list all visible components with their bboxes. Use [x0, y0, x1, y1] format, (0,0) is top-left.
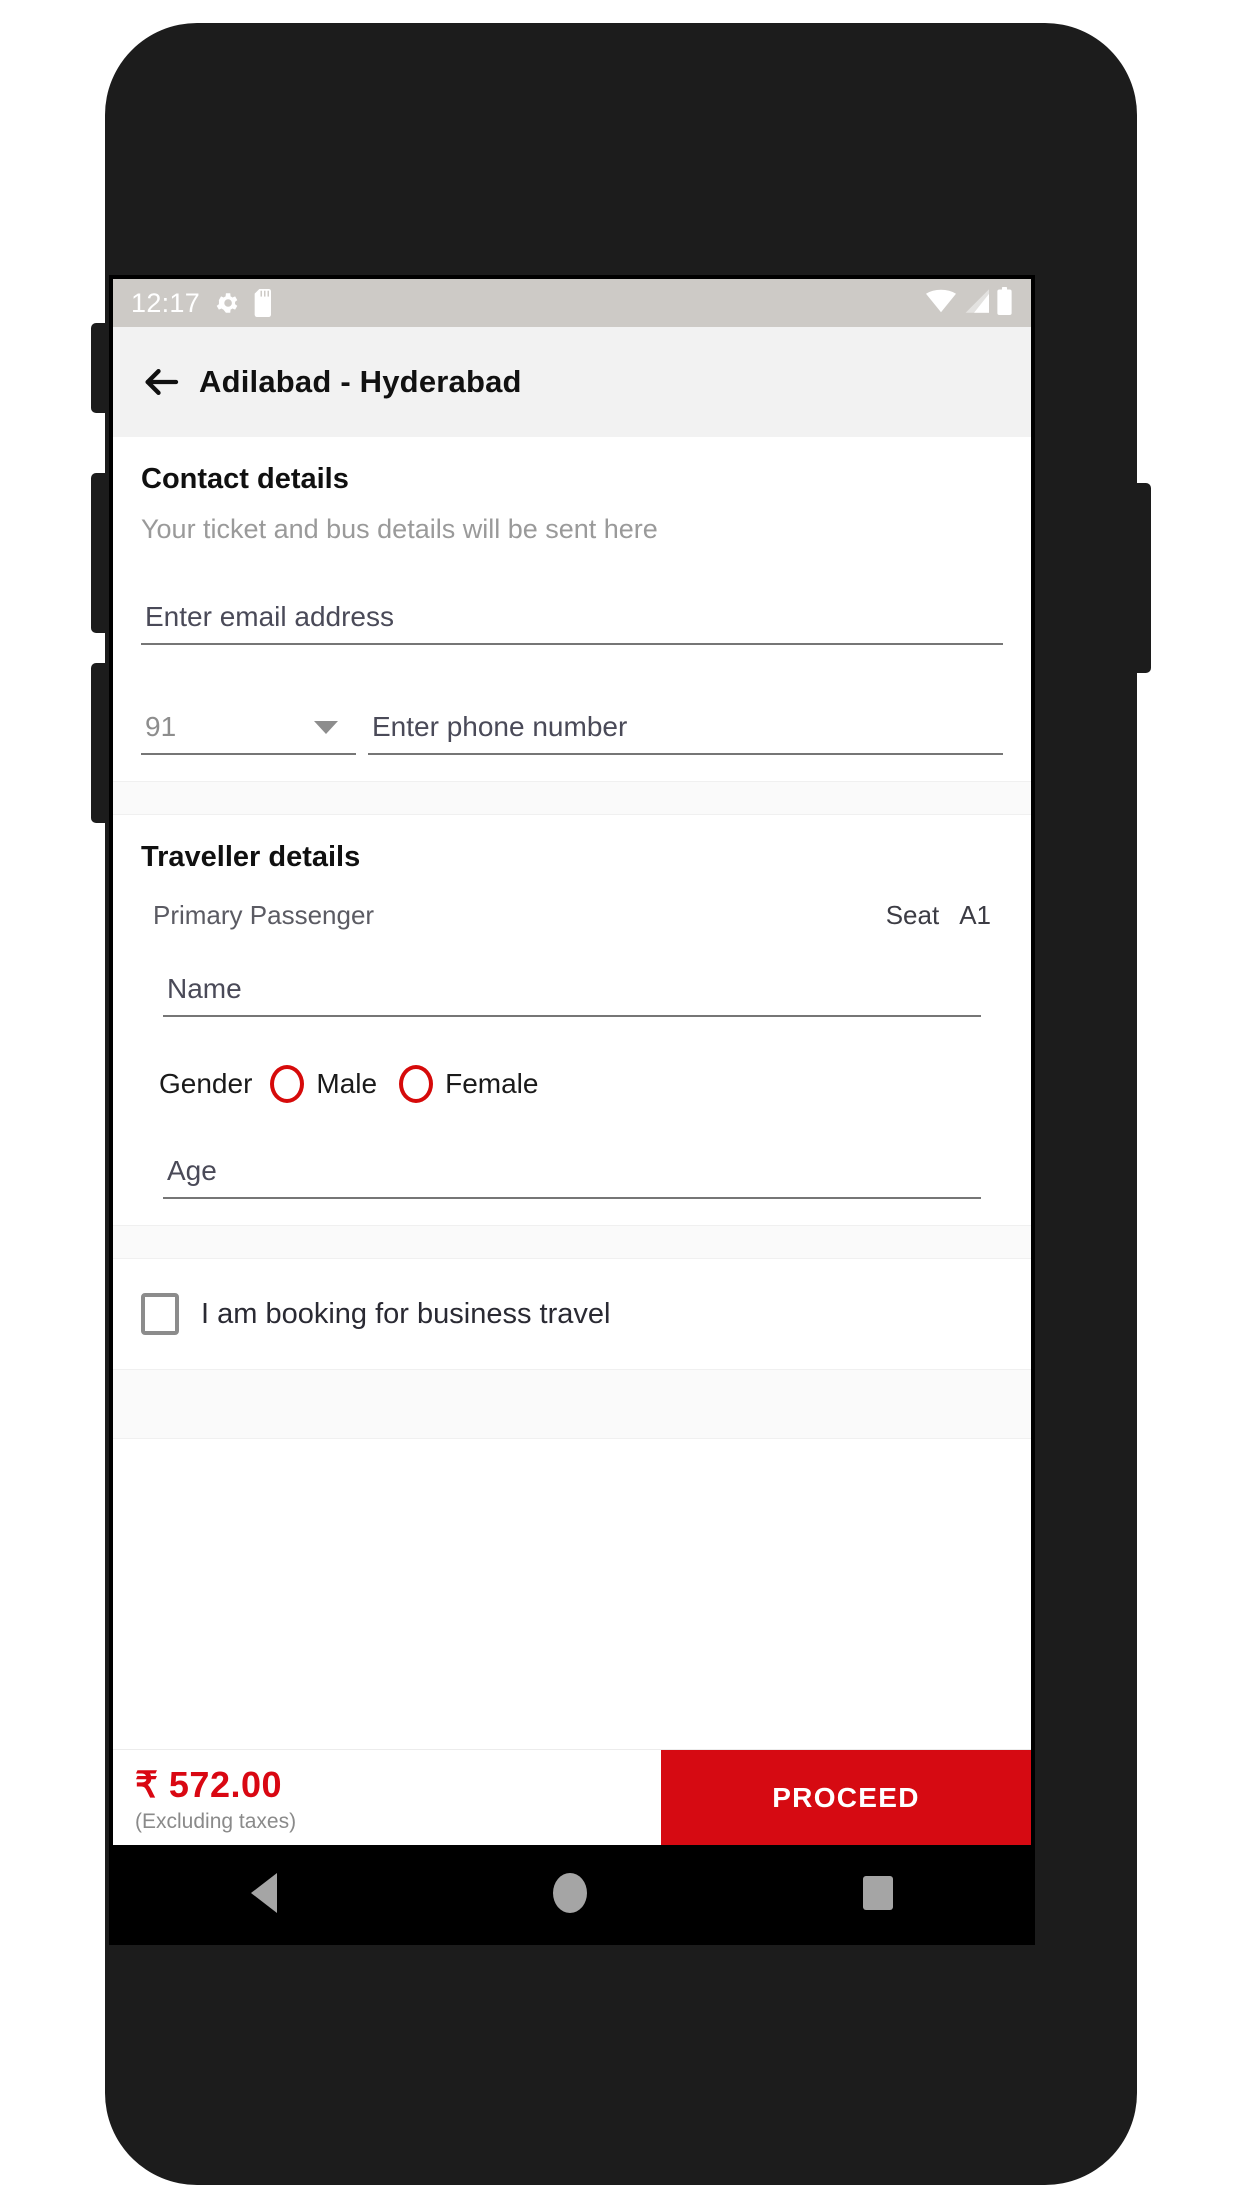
gender-selector: Gender Male Female — [159, 1065, 1003, 1103]
volume-down-button[interactable] — [91, 473, 111, 633]
passenger-seat-row: Primary Passenger Seat A1 — [141, 900, 1003, 931]
business-travel-checkbox-icon[interactable] — [141, 1293, 179, 1335]
battery-icon — [996, 286, 1013, 320]
booking-form-scroll[interactable]: Contact details Your ticket and bus deta… — [113, 437, 1031, 1749]
phone-screen: 12:17 Adilabad - Hyderabad Contact detai… — [109, 275, 1035, 1945]
phone-placeholder: Enter phone number — [372, 711, 628, 742]
power-button[interactable] — [1131, 483, 1151, 673]
email-field[interactable]: Enter email address — [141, 601, 1003, 645]
wifi-icon — [926, 289, 956, 318]
radio-female-icon[interactable] — [399, 1065, 434, 1103]
nav-home-icon[interactable] — [553, 1873, 587, 1913]
contact-details-card: Contact details Your ticket and bus deta… — [113, 437, 1031, 781]
nav-recents-icon[interactable] — [863, 1876, 893, 1910]
traveller-details-card: Traveller details Primary Passenger Seat… — [113, 815, 1031, 1225]
contact-details-subtitle: Your ticket and bus details will be sent… — [141, 514, 658, 544]
age-placeholder: Age — [167, 1155, 217, 1186]
seat-label: Seat — [885, 900, 940, 930]
business-travel-label: I am booking for business travel — [201, 1297, 611, 1330]
section-divider-3 — [113, 1369, 1031, 1439]
email-placeholder: Enter email address — [145, 601, 395, 632]
nav-back-icon[interactable] — [251, 1873, 277, 1913]
price-summary: ₹ 572.00 (Excluding taxes) — [113, 1750, 661, 1845]
gender-option-female[interactable]: Female — [399, 1065, 560, 1103]
gender-female-label: Female — [445, 1068, 539, 1099]
country-code-dropdown[interactable]: 91 — [141, 711, 356, 755]
contact-details-heading: Contact details — [141, 463, 349, 495]
seat-info: Seat A1 — [886, 900, 991, 931]
chevron-down-icon — [314, 720, 338, 734]
page-title: Adilabad - Hyderabad — [199, 364, 522, 399]
app-bar: Adilabad - Hyderabad — [113, 327, 1031, 437]
gear-icon — [214, 290, 240, 316]
proceed-button[interactable]: PROCEED — [661, 1750, 1031, 1845]
gender-label: Gender — [159, 1068, 253, 1099]
phone-input-row: 91 Enter phone number — [141, 711, 1003, 755]
cellular-signal-icon — [963, 288, 989, 318]
sd-card-icon — [254, 289, 274, 317]
phone-number-field[interactable]: Enter phone number — [368, 711, 1003, 755]
section-divider-2 — [113, 1225, 1031, 1259]
android-navigation-bar — [113, 1845, 1031, 1941]
traveller-details-heading: Traveller details — [141, 841, 361, 873]
assistant-button[interactable] — [91, 663, 111, 823]
phone-device-frame: 12:17 Adilabad - Hyderabad Contact detai… — [91, 23, 1151, 2185]
gender-option-male[interactable]: Male — [270, 1065, 399, 1103]
back-arrow-icon[interactable] — [141, 362, 181, 402]
status-bar-clock: 12:17 — [131, 287, 201, 318]
volume-up-button[interactable] — [91, 323, 111, 413]
passenger-label: Primary Passenger — [153, 900, 375, 930]
status-bar-right-icons — [926, 286, 1013, 320]
passenger-name-field[interactable]: Name — [163, 973, 981, 1017]
bottom-action-bar: ₹ 572.00 (Excluding taxes) PROCEED — [113, 1749, 1031, 1845]
seat-value: A1 — [959, 900, 991, 930]
gender-male-label: Male — [316, 1068, 378, 1099]
name-placeholder: Name — [167, 973, 242, 1004]
price-tax-note: (Excluding taxes) — [135, 1809, 297, 1833]
status-bar: 12:17 — [113, 279, 1031, 327]
passenger-age-field[interactable]: Age — [163, 1155, 981, 1199]
section-divider-1 — [113, 781, 1031, 815]
business-travel-row[interactable]: I am booking for business travel — [141, 1293, 1003, 1335]
business-travel-card: I am booking for business travel — [113, 1259, 1031, 1369]
total-price: ₹ 572.00 — [135, 1763, 283, 1805]
radio-male-icon[interactable] — [270, 1065, 305, 1103]
country-code-value: 91 — [145, 711, 177, 742]
